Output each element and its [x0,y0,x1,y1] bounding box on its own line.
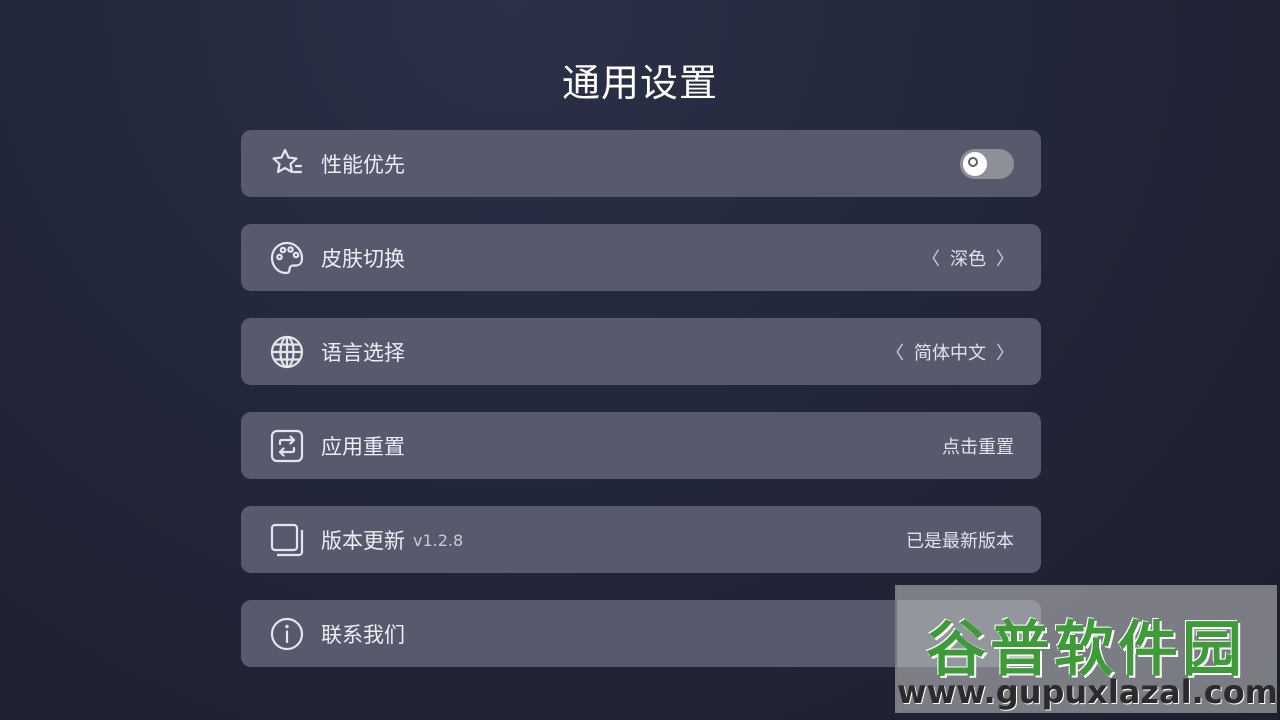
palette-icon [269,240,305,276]
setting-performance: 性能优先 [241,130,1041,197]
copy-icon [269,522,305,558]
setting-label: 性能优先 [321,152,405,177]
version-number: v1.2.8 [413,531,464,550]
prev-skin-button[interactable]: 〈 [912,245,950,271]
page-title: 通用设置 [561,61,718,105]
setting-update: 版本更新 v1.2.8 已是最新版本 [241,506,1041,573]
next-skin-button[interactable]: 〉 [986,245,1014,271]
skin-value: 深色 [950,248,986,270]
setting-label: 皮肤切换 [321,246,405,271]
setting-label: 应用重置 [321,434,405,459]
setting-reset: 应用重置 点击重置 [241,412,1041,479]
setting-language: 语言选择 〈 简体中文 〉 [241,318,1041,385]
setting-label: 联系我们 [321,622,405,647]
star-icon [269,146,305,182]
toggle-knob [963,151,987,176]
prev-language-button[interactable]: 〈 [876,339,914,365]
next-language-button[interactable]: 〉 [986,339,1014,365]
reset-icon [269,428,305,464]
setting-label: 语言选择 [321,340,405,365]
update-status[interactable]: 已是最新版本 [906,527,1014,553]
reset-button[interactable]: 点击重置 [942,433,1014,459]
watermark-url: www.gupuxlazal.com [897,673,1277,711]
setting-label: 版本更新 [321,528,405,553]
globe-icon [269,334,305,370]
setting-skin: 皮肤切换 〈 深色 〉 [241,224,1041,291]
performance-toggle[interactable] [960,148,1014,179]
info-icon [269,616,305,652]
watermark-logo: 谷普软件园 www.gupuxlazal.com [895,585,1277,713]
language-value: 简体中文 [914,342,986,364]
